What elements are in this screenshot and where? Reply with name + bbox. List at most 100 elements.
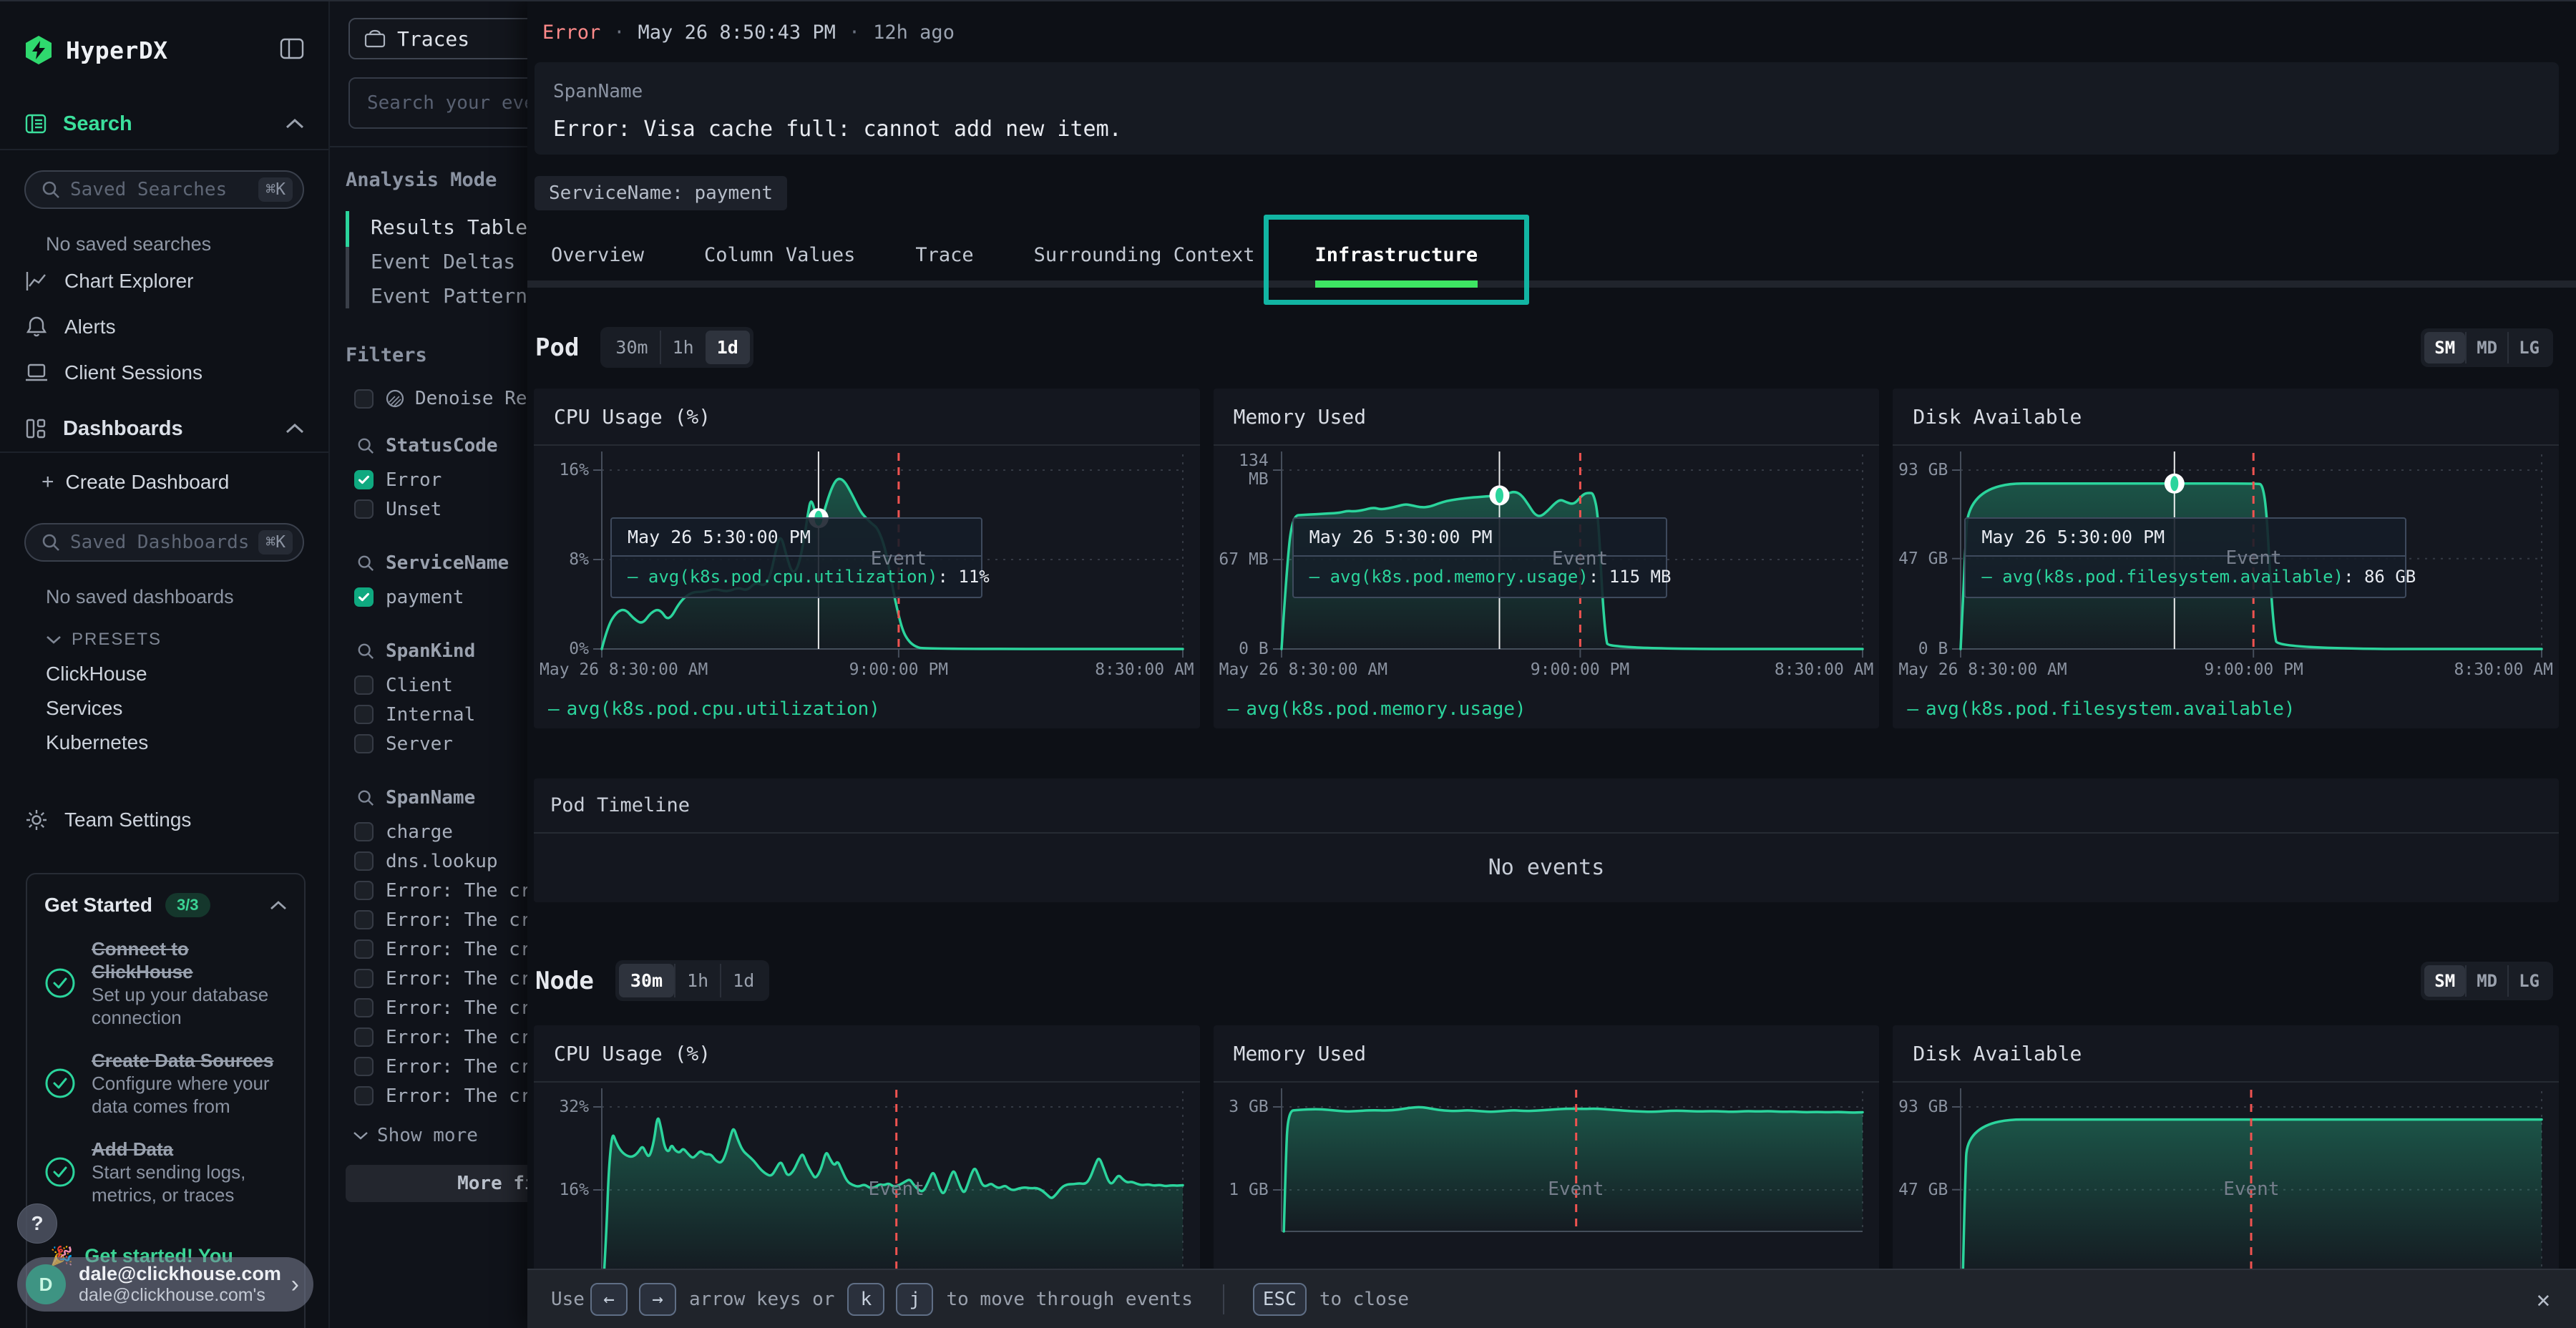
- checkbox[interactable]: [354, 1057, 374, 1076]
- checkbox[interactable]: [354, 939, 374, 959]
- avatar: D: [26, 1264, 66, 1304]
- tab-overview[interactable]: Overview: [551, 243, 644, 280]
- saved-dashboards-input[interactable]: [70, 532, 253, 553]
- sidebar-item-label: Search: [63, 112, 132, 136]
- range-1h-button[interactable]: 1h: [660, 331, 706, 364]
- get-started-item-title: Create Data Sources: [92, 1049, 287, 1072]
- traces-source-icon: [364, 29, 386, 48]
- get-started-item[interactable]: Create Data SourcesConfigure where your …: [44, 1049, 287, 1118]
- preset-services[interactable]: Services: [0, 691, 328, 726]
- checkbox[interactable]: [354, 851, 374, 871]
- get-started-item[interactable]: Connect to ClickHouseSet up your databas…: [44, 937, 287, 1029]
- close-icon[interactable]: ✕: [2537, 1286, 2550, 1313]
- pod-charts-row: CPU Usage (%) 16%8%0%May 26 8:30:00 AM9:…: [527, 389, 2576, 728]
- tab-infrastructure[interactable]: Infrastructure: [1315, 243, 1478, 288]
- user-team: dale@clickhouse.com's: [79, 1284, 281, 1306]
- sidebar-item-team-settings[interactable]: Team Settings: [0, 800, 328, 840]
- checkbox[interactable]: [354, 1086, 374, 1105]
- collapse-sidebar-icon[interactable]: [280, 38, 304, 63]
- presets-toggle[interactable]: PRESETS: [46, 630, 328, 650]
- chevron-up-icon[interactable]: [270, 901, 287, 910]
- preset-clickhouse[interactable]: ClickHouse: [0, 657, 328, 691]
- get-started-item-title: Add Data: [92, 1138, 287, 1161]
- chart-legend: —avg(k8s.pod.cpu.utilization): [548, 698, 880, 720]
- size-md-button[interactable]: MD: [2465, 332, 2507, 363]
- size-lg-button[interactable]: LG: [2507, 332, 2550, 363]
- checkbox[interactable]: [354, 389, 374, 409]
- esc-key[interactable]: ESC: [1253, 1283, 1307, 1316]
- service-name-tag[interactable]: ServiceName: payment: [535, 176, 787, 210]
- saved-searches-search[interactable]: ⌘K: [24, 170, 304, 209]
- get-started-progress-badge: 3/3: [165, 893, 210, 917]
- sidebar-item-label: Team Settings: [64, 809, 191, 831]
- checkbox[interactable]: [354, 470, 374, 489]
- checkbox[interactable]: [354, 910, 374, 929]
- range-1d-button[interactable]: 1d: [720, 964, 766, 997]
- arrow-right-key[interactable]: →: [639, 1283, 676, 1316]
- chevron-down-icon: [353, 1131, 369, 1140]
- severity-badge: Error: [542, 21, 600, 44]
- preset-kubernetes[interactable]: Kubernetes: [0, 726, 328, 760]
- size-md-button[interactable]: MD: [2465, 965, 2507, 997]
- lightning-bolt-icon: [31, 41, 47, 59]
- event-header: Error · May 26 8:50:43 PM · 12h ago: [527, 0, 2576, 44]
- chevron-up-icon[interactable]: [286, 119, 304, 129]
- tab-trace[interactable]: Trace: [915, 243, 973, 280]
- checkbox[interactable]: [354, 1027, 374, 1047]
- filter-option-label: charge: [386, 821, 453, 843]
- j-key[interactable]: j: [896, 1283, 933, 1316]
- span-name-label: SpanName: [553, 81, 2540, 102]
- range-1h-button[interactable]: 1h: [674, 964, 720, 997]
- event-timestamp: May 26 8:50:43 PM: [638, 21, 836, 44]
- check-circle-icon: [44, 1156, 76, 1188]
- checkbox[interactable]: [354, 587, 374, 607]
- create-dashboard-button[interactable]: + Create Dashboard: [42, 470, 328, 494]
- search-icon: [42, 533, 60, 552]
- get-started-item-desc: Set up your database connection: [92, 983, 287, 1029]
- sidebar-item-label: Dashboards: [63, 417, 183, 441]
- kbd-shortcut-badge: ⌘K: [258, 177, 293, 202]
- get-started-item[interactable]: Add DataStart sending logs, metrics, or …: [44, 1138, 287, 1206]
- checkbox[interactable]: [354, 822, 374, 841]
- checkbox[interactable]: [354, 705, 374, 724]
- range-30m-button[interactable]: 30m: [604, 331, 659, 364]
- sidebar-item-dashboards[interactable]: Dashboards: [0, 393, 328, 453]
- user-profile-chip[interactable]: D dale@clickhouse.com dale@clickhouse.co…: [17, 1257, 313, 1312]
- search-icon: [357, 555, 374, 572]
- chart-title: CPU Usage (%): [534, 389, 1200, 446]
- help-button[interactable]: ?: [17, 1204, 57, 1244]
- chart-title: Memory Used: [1214, 1025, 1880, 1083]
- checkbox[interactable]: [354, 998, 374, 1017]
- denoise-icon: [385, 389, 405, 409]
- mode-rail: [346, 211, 349, 308]
- y-axis-tick: 134 MB: [1214, 451, 1269, 489]
- k-key[interactable]: k: [847, 1283, 884, 1316]
- checkbox[interactable]: [354, 499, 374, 519]
- saved-searches-input[interactable]: [70, 179, 253, 200]
- tab-column-values[interactable]: Column Values: [704, 243, 855, 280]
- checkbox[interactable]: [354, 969, 374, 988]
- pod-memory-chart[interactable]: 134 MB67 MB0 BMay 26 8:30:00 AM9:00:00 P…: [1214, 447, 1880, 728]
- event-marker-label: Event: [1548, 1178, 1604, 1200]
- size-sm-button[interactable]: SM: [2424, 332, 2465, 363]
- saved-dashboards-search[interactable]: ⌘K: [24, 523, 304, 562]
- pod-disk-chart[interactable]: 93 GB47 GB0 BMay 26 8:30:00 AM9:00:00 PM…: [1893, 447, 2559, 728]
- checkbox[interactable]: [354, 881, 374, 900]
- tab-surrounding-context[interactable]: Surrounding Context: [1034, 243, 1255, 280]
- y-axis-tick: 47 GB: [1893, 1181, 1948, 1199]
- pod-cpu-chart[interactable]: 16%8%0%May 26 8:30:00 AM9:00:00 PM8:30:0…: [534, 447, 1200, 728]
- sidebar-item-alerts[interactable]: Alerts: [0, 307, 328, 347]
- arrow-left-key[interactable]: ←: [590, 1283, 628, 1316]
- checkbox[interactable]: [354, 675, 374, 695]
- sidebar-item-search[interactable]: Search: [0, 79, 328, 150]
- chart-legend: —avg(k8s.pod.memory.usage): [1228, 698, 1526, 720]
- sidebar-item-client-sessions[interactable]: Client Sessions: [0, 353, 328, 393]
- size-lg-button[interactable]: LG: [2507, 965, 2550, 997]
- size-sm-button[interactable]: SM: [2424, 965, 2465, 997]
- chevron-up-icon[interactable]: [286, 424, 304, 434]
- sidebar-item-chart-explorer[interactable]: Chart Explorer: [0, 261, 328, 301]
- range-1d-button[interactable]: 1d: [706, 331, 750, 364]
- checkbox[interactable]: [354, 734, 374, 753]
- range-30m-button[interactable]: 30m: [619, 964, 674, 997]
- user-email: dale@clickhouse.com: [79, 1263, 281, 1284]
